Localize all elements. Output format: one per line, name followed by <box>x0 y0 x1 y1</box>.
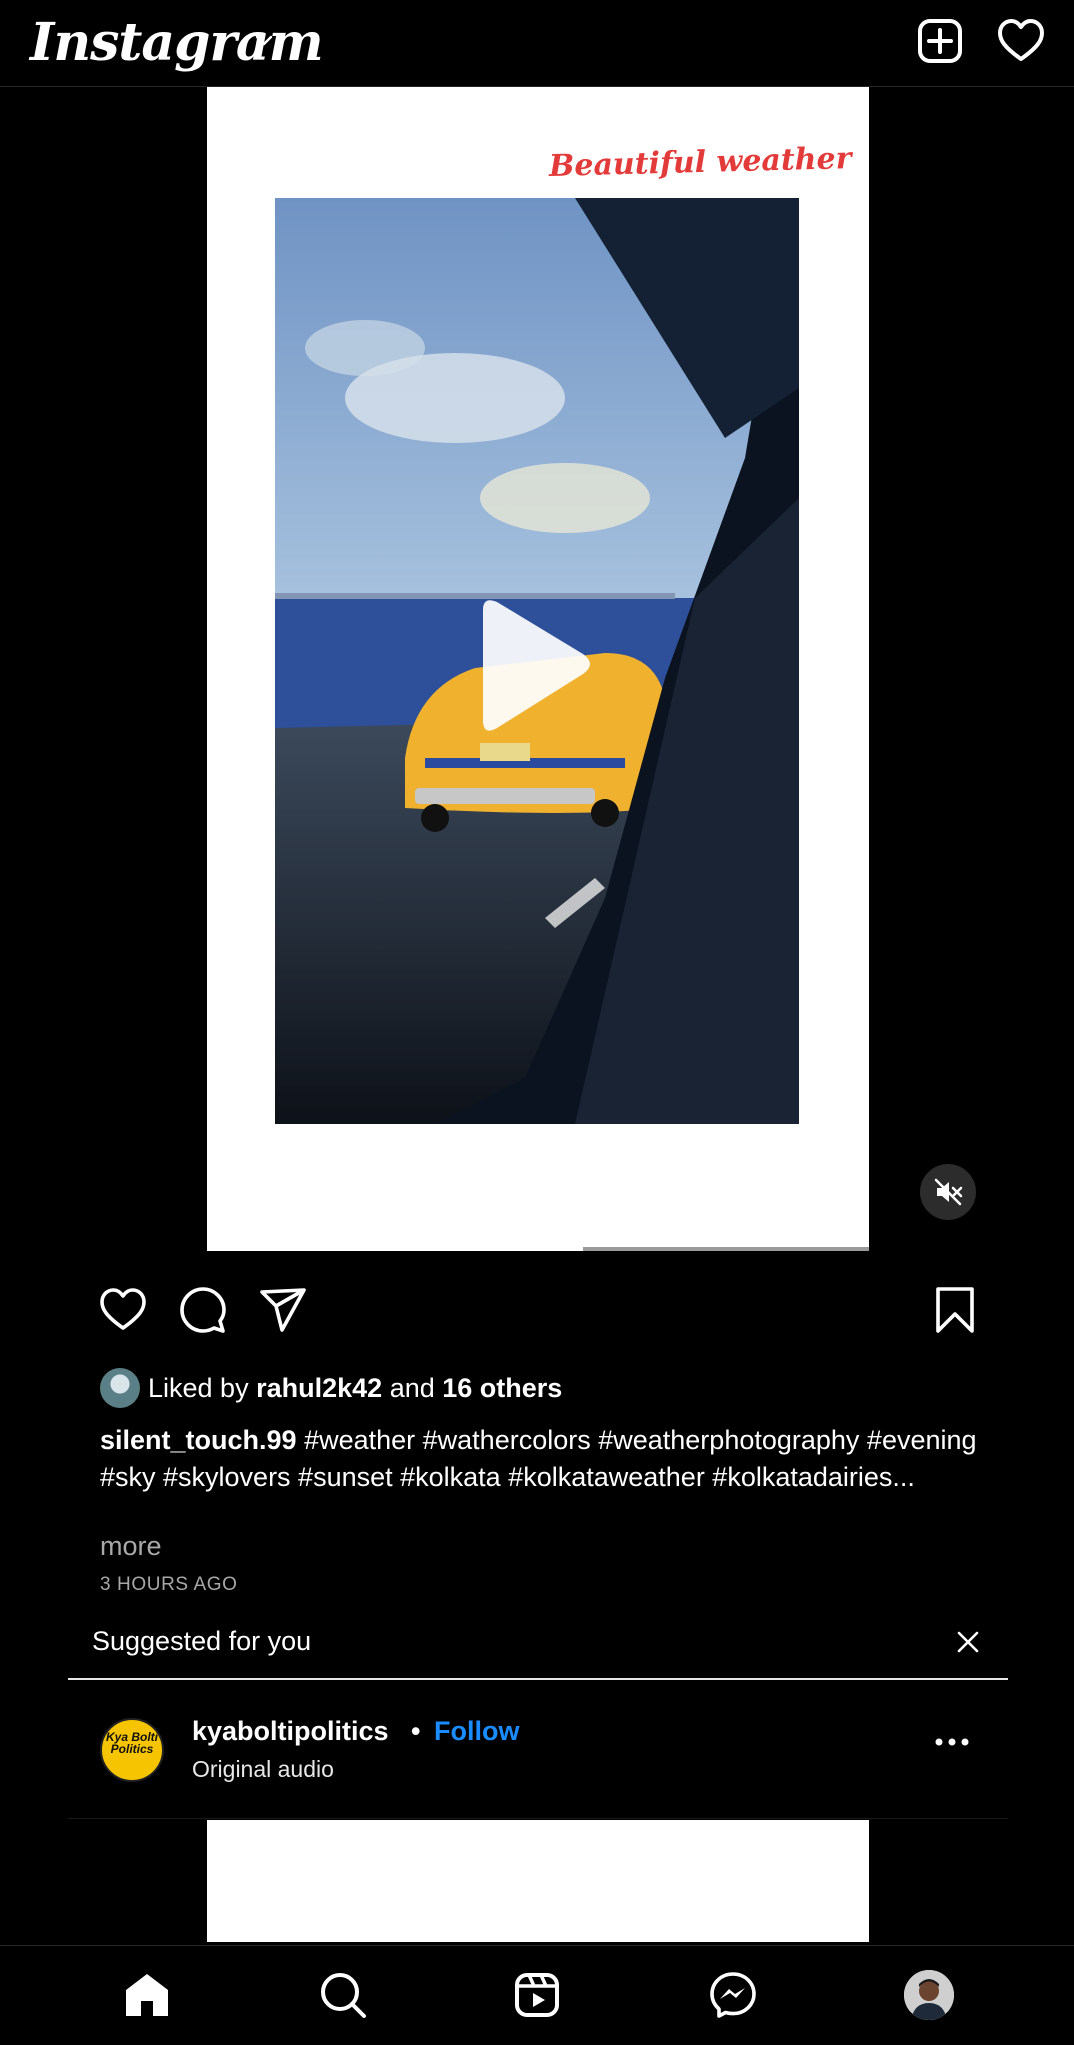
follow-button[interactable]: Follow <box>434 1716 519 1747</box>
instagram-logo[interactable]: Instagram <box>30 8 324 78</box>
suggested-header: Suggested for you <box>68 1622 1008 1680</box>
top-bar: Instagram <box>0 0 1074 87</box>
post-timestamp: 3 HOURS AGO <box>100 1574 238 1595</box>
separator-dot: • <box>411 1716 421 1746</box>
caption-more-link[interactable]: more <box>100 1531 162 1562</box>
post-caption: silent_touch.99 #weather #wathercolors #… <box>100 1422 1000 1496</box>
reels-icon[interactable] <box>512 1970 562 2020</box>
suggested-post-media[interactable] <box>207 1820 869 1942</box>
close-icon[interactable] <box>952 1626 984 1658</box>
mute-button[interactable] <box>920 1164 976 1220</box>
post-media[interactable]: Beautiful weather <box>207 87 869 1251</box>
suggested-post-header: Kya Bolti Politics kyaboltipolitics • Fo… <box>68 1680 1008 1819</box>
media-overlay-text: Beautiful weather <box>548 141 852 184</box>
messenger-icon[interactable] <box>708 1970 758 2020</box>
search-icon[interactable] <box>318 1970 368 2020</box>
bottom-nav <box>0 1945 1074 2045</box>
liker-username[interactable]: rahul2k42 <box>256 1373 382 1403</box>
home-icon[interactable] <box>122 1970 172 2020</box>
more-options-icon[interactable] <box>934 1736 970 1748</box>
chevron-down-icon[interactable] <box>252 28 276 52</box>
profile-icon[interactable] <box>904 1970 954 2020</box>
suggested-username[interactable]: kyaboltipolitics <box>192 1716 389 1747</box>
play-icon[interactable] <box>451 592 601 742</box>
comment-icon[interactable] <box>178 1285 228 1335</box>
likes-prefix: Liked by <box>148 1373 249 1403</box>
share-icon[interactable] <box>258 1285 308 1335</box>
muted-speaker-icon <box>934 1178 963 1206</box>
suggested-title: Suggested for you <box>92 1626 312 1656</box>
avatar-logo-text: Kya Bolti Politics <box>105 1730 158 1756</box>
liker-avatar[interactable] <box>100 1368 140 1408</box>
heart-icon[interactable] <box>996 16 1046 66</box>
caption-username[interactable]: silent_touch.99 <box>100 1425 297 1455</box>
suggested-avatar[interactable]: Kya Bolti Politics <box>100 1718 164 1782</box>
bookmark-icon[interactable] <box>930 1285 980 1335</box>
audio-label[interactable]: Original audio <box>192 1756 334 1783</box>
likes-others[interactable]: 16 others <box>442 1373 562 1403</box>
likes-connector: and <box>389 1373 435 1403</box>
like-icon[interactable] <box>98 1285 148 1335</box>
new-post-icon[interactable] <box>915 16 965 66</box>
video-progress[interactable] <box>583 1247 869 1251</box>
